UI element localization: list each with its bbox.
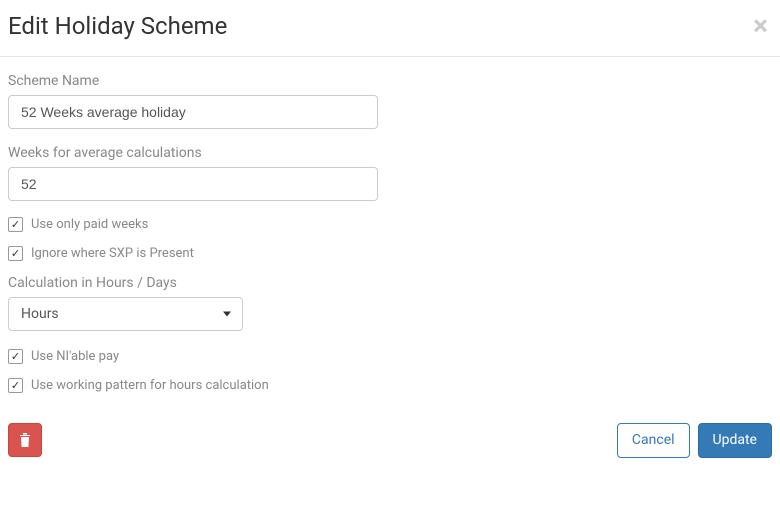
update-button[interactable]: Update (698, 423, 772, 458)
use-working-pattern-checkbox[interactable]: ✓ (8, 378, 23, 393)
close-icon[interactable]: × (749, 12, 772, 40)
modal-title: Edit Holiday Scheme (8, 12, 227, 40)
weeks-input[interactable] (8, 167, 378, 201)
use-niable-row: ✓ Use NI'able pay (8, 349, 772, 364)
ignore-sxp-checkbox[interactable]: ✓ (8, 246, 23, 261)
weeks-group: Weeks for average calculations (8, 145, 772, 201)
modal-body: Scheme Name Weeks for average calculatio… (0, 57, 780, 409)
ignore-sxp-label: Ignore where SXP is Present (31, 246, 194, 261)
use-working-pattern-label: Use working pattern for hours calculatio… (31, 378, 269, 393)
scheme-name-label: Scheme Name (8, 73, 772, 89)
use-paid-weeks-label: Use only paid weeks (31, 217, 148, 232)
calc-unit-select[interactable]: Hours (8, 297, 243, 331)
weeks-label: Weeks for average calculations (8, 145, 772, 161)
ignore-sxp-row: ✓ Ignore where SXP is Present (8, 246, 772, 261)
calc-unit-select-wrap: Hours (8, 297, 243, 331)
scheme-name-group: Scheme Name (8, 73, 772, 129)
use-working-pattern-row: ✓ Use working pattern for hours calculat… (8, 378, 772, 393)
use-niable-label: Use NI'able pay (31, 349, 119, 364)
cancel-button[interactable]: Cancel (617, 423, 690, 458)
delete-button[interactable] (8, 423, 42, 457)
calc-unit-group: Calculation in Hours / Days Hours (8, 275, 772, 331)
footer-actions: Cancel Update (617, 423, 772, 458)
modal-header: Edit Holiday Scheme × (0, 0, 780, 57)
use-niable-checkbox[interactable]: ✓ (8, 349, 23, 364)
use-paid-weeks-row: ✓ Use only paid weeks (8, 217, 772, 232)
use-paid-weeks-checkbox[interactable]: ✓ (8, 217, 23, 232)
modal-footer: Cancel Update (0, 409, 780, 466)
edit-holiday-scheme-modal: Edit Holiday Scheme × Scheme Name Weeks … (0, 0, 780, 466)
trash-icon (19, 432, 31, 448)
scheme-name-input[interactable] (8, 95, 378, 129)
calc-unit-label: Calculation in Hours / Days (8, 275, 772, 291)
